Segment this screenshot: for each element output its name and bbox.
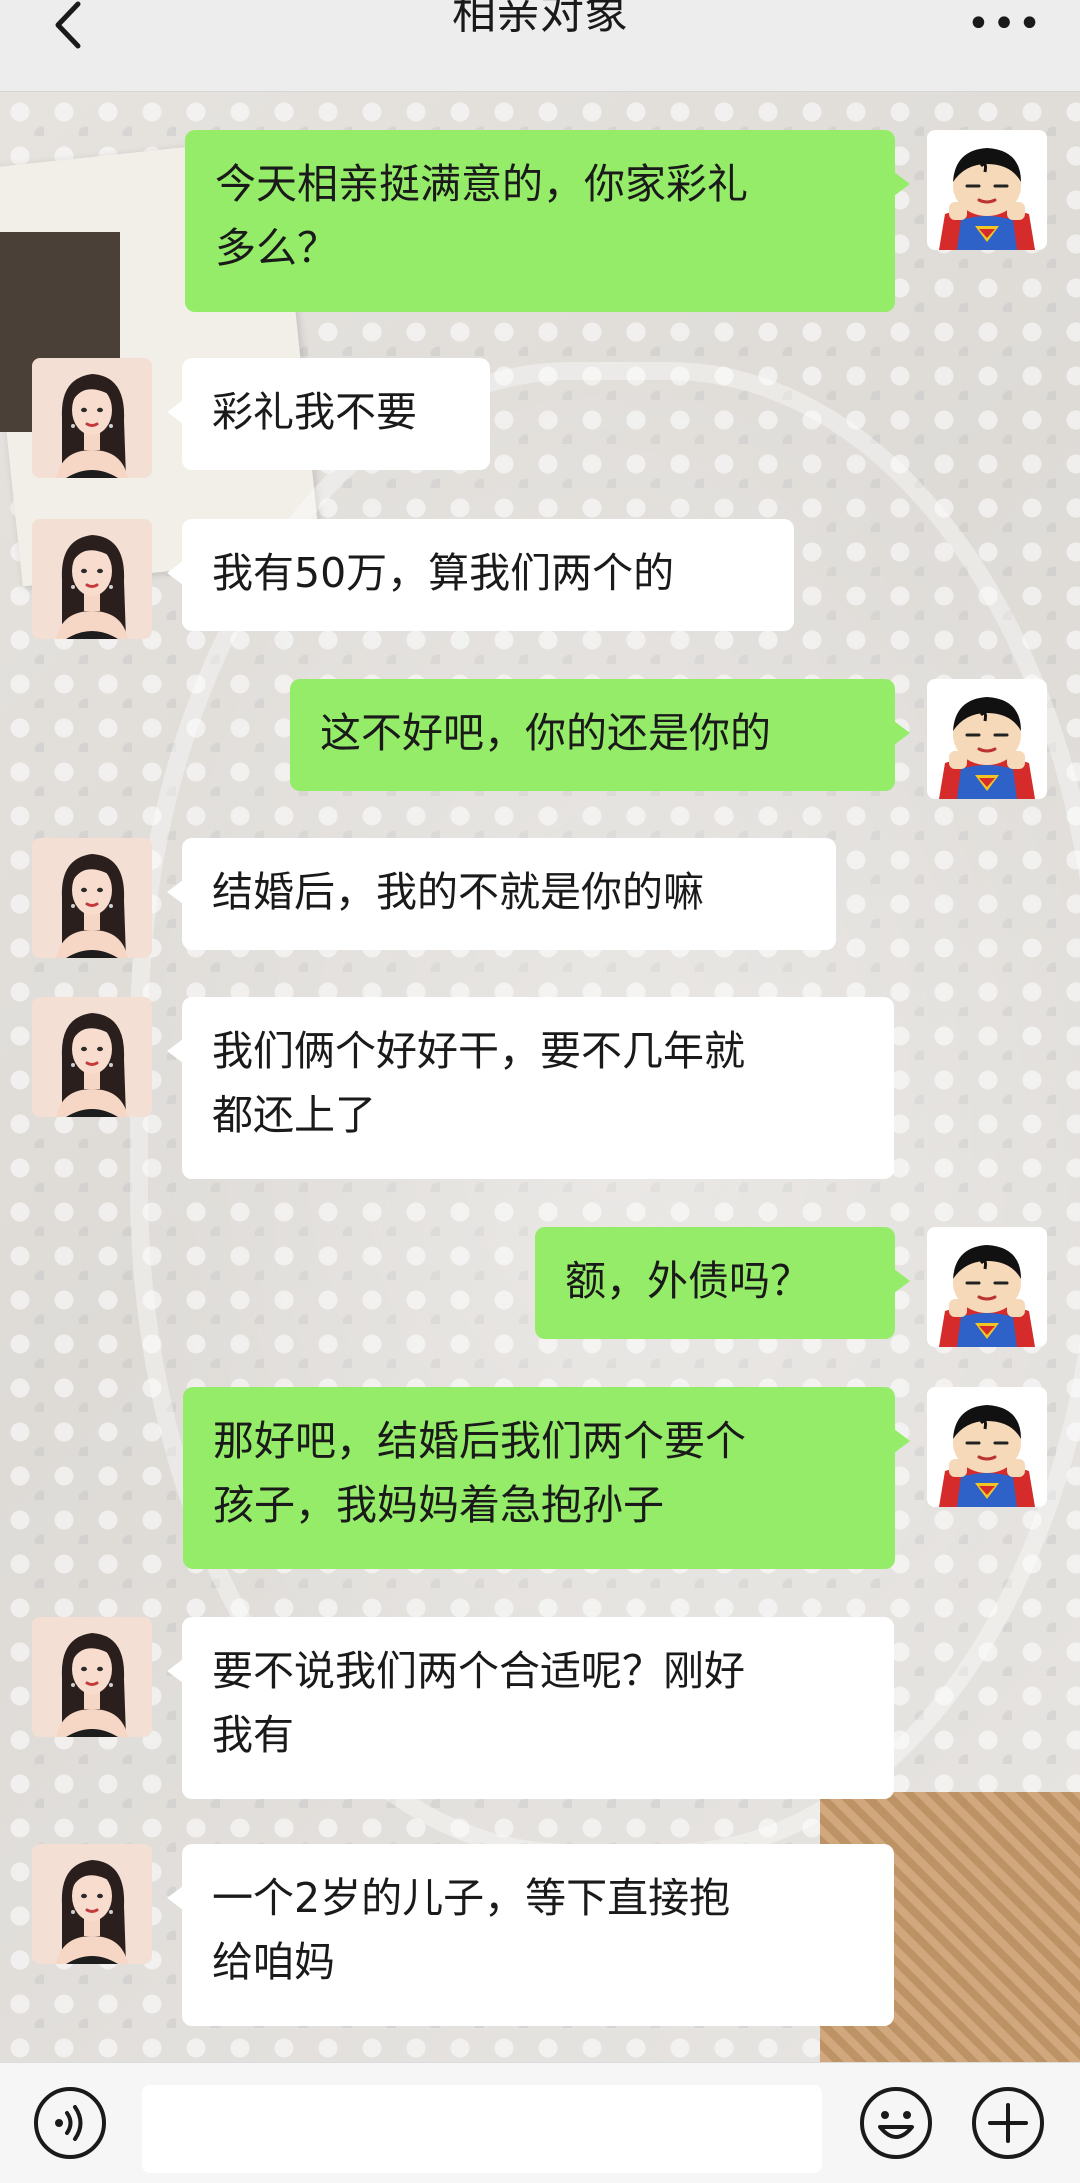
incoming-message-bubble[interactable]: 我们俩个好好干，要不几年就 都还上了 [167,997,894,1179]
message-row: 要不说我们两个合适呢？刚好 我有 [0,1617,1080,1799]
message-row: 额，外债吗？ [0,1227,1080,1347]
input-bar [0,2062,1080,2183]
incoming-message-bubble[interactable]: 要不说我们两个合适呢？刚好 我有 [167,1617,894,1799]
woman-portrait-icon [32,1617,152,1737]
contact-avatar[interactable] [32,1617,152,1737]
message-text-line: 额，外债吗？ [565,1257,811,1305]
message-text-line: 给咱妈 [212,1938,335,1986]
message-row: 彩礼我不要 [0,358,1080,478]
contact-avatar[interactable] [32,838,152,958]
woman-portrait-icon [32,519,152,639]
incoming-message-bubble[interactable]: 我有50万，算我们两个的 [167,519,794,631]
message-text-line: 要不说我们两个合适呢？刚好 [212,1647,745,1695]
message-text-line: 孩子，我妈妈着急抱孙子 [213,1481,664,1529]
message-text-line: 彩礼我不要 [212,388,417,436]
plus-icon [972,2087,1044,2159]
outgoing-message-bubble[interactable]: 那好吧，结婚后我们两个要个 孩子，我妈妈着急抱孙子 [183,1387,910,1569]
message-text-line: 结婚后，我的不就是你的嘛 [212,868,704,916]
woman-portrait-icon [32,997,152,1117]
superman-icon [927,1387,1047,1507]
message-row: 结婚后，我的不就是你的嘛 [0,838,1080,958]
woman-portrait-icon [32,1844,152,1964]
more-button[interactable]: ••• [967,1,1042,47]
message-text-line: 那好吧，结婚后我们两个要个 [213,1417,746,1465]
message-row: 这不好吧，你的还是你的 [0,679,1080,799]
contact-avatar[interactable] [32,519,152,639]
chat-header: 相亲对象 ••• [0,0,1080,92]
outgoing-message-bubble[interactable]: 今天相亲挺满意的，你家彩礼 多么？ [185,130,910,312]
message-text-line: 一个2岁的儿子，等下直接抱 [212,1874,731,1922]
message-text-line: 多么？ [215,224,338,272]
more-horizontal-icon: ••• [966,1,1044,47]
message-row: 那好吧，结婚后我们两个要个 孩子，我妈妈着急抱孙子 [0,1387,1080,1569]
outgoing-message-bubble[interactable]: 这不好吧，你的还是你的 [290,679,910,791]
plus-button[interactable] [970,2085,1046,2161]
message-text-line: 这不好吧，你的还是你的 [320,709,771,757]
contact-avatar[interactable] [32,1844,152,1964]
emoji-icon [860,2087,932,2159]
voice-icon [34,2087,106,2159]
incoming-message-bubble[interactable]: 一个2岁的儿子，等下直接抱 给咱妈 [167,1844,894,2026]
message-text-line: 我有50万，算我们两个的 [212,549,675,597]
superman-icon [927,1227,1047,1347]
message-text-line: 都还上了 [212,1091,376,1139]
message-row: 我们俩个好好干，要不几年就 都还上了 [0,997,1080,1179]
voice-button[interactable] [32,2085,108,2161]
contact-avatar[interactable] [32,997,152,1117]
woman-portrait-icon [32,838,152,958]
contact-avatar[interactable] [32,358,152,478]
emoji-button[interactable] [858,2085,934,2161]
my-avatar[interactable] [927,130,1047,250]
outgoing-message-bubble[interactable]: 额，外债吗？ [535,1227,910,1339]
message-text-line: 我有 [212,1711,294,1759]
message-row: 我有50万，算我们两个的 [0,519,1080,639]
my-avatar[interactable] [927,1387,1047,1507]
message-row: 今天相亲挺满意的，你家彩礼 多么？ [0,130,1080,312]
message-text-line: 今天相亲挺满意的，你家彩礼 [215,160,748,208]
incoming-message-bubble[interactable]: 结婚后，我的不就是你的嘛 [167,838,836,950]
chat-title: 相亲对象 [452,0,628,39]
my-avatar[interactable] [927,679,1047,799]
message-row: 一个2岁的儿子，等下直接抱 给咱妈 [0,1844,1080,2026]
my-avatar[interactable] [927,1227,1047,1347]
superman-icon [927,679,1047,799]
woman-portrait-icon [32,358,152,478]
message-text-line: 我们俩个好好干，要不几年就 [212,1027,745,1075]
message-input[interactable] [142,2085,822,2173]
superman-icon [927,130,1047,250]
incoming-message-bubble[interactable]: 彩礼我不要 [167,358,490,470]
chat-area[interactable]: 今天相亲挺满意的，你家彩礼 多么？ 彩礼我不要 我有50万，算我们两个的 这不好… [0,92,1080,2062]
